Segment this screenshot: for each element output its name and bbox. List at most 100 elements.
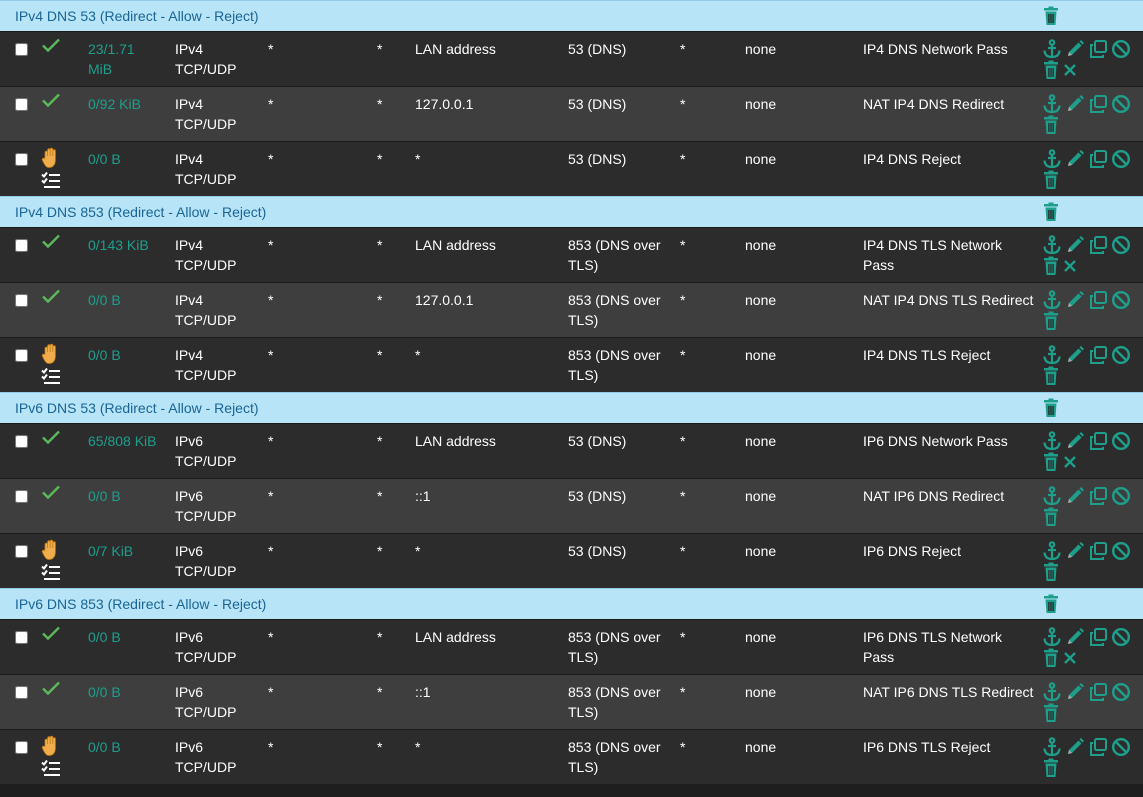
rule-select-checkbox[interactable] xyxy=(15,153,28,166)
trash-icon[interactable] xyxy=(1042,594,1060,614)
pass-check-icon[interactable] xyxy=(41,429,61,445)
anchor-icon[interactable] xyxy=(1042,234,1062,255)
clear-states-x-icon[interactable] xyxy=(1063,452,1077,472)
copy-icon[interactable] xyxy=(1088,431,1108,451)
pass-check-icon[interactable] xyxy=(41,625,61,641)
anchor-icon[interactable] xyxy=(1042,736,1062,757)
disable-ban-icon[interactable] xyxy=(1111,431,1131,451)
disable-ban-icon[interactable] xyxy=(1111,235,1131,255)
pencil-edit-icon[interactable] xyxy=(1065,345,1085,365)
rule-status[interactable] xyxy=(41,539,65,583)
rule-status[interactable] xyxy=(41,233,65,253)
rule-status[interactable] xyxy=(41,37,65,57)
rule-select-checkbox[interactable] xyxy=(15,490,28,503)
trash-icon[interactable] xyxy=(1042,452,1060,472)
rule-row[interactable]: 0/0 B IPv6 TCP/UDP * *::1 53 (DNS) * none NAT I… xyxy=(0,478,1143,533)
anchor-icon[interactable] xyxy=(1042,430,1062,451)
trash-icon[interactable] xyxy=(1042,703,1060,723)
clear-states-x-icon[interactable] xyxy=(1063,648,1077,668)
copy-icon[interactable] xyxy=(1088,94,1108,114)
rule-states[interactable]: 0/7 KiB xyxy=(88,541,158,561)
rule-row[interactable]: 0/7 KiB IPv6 TCP/UDP * * * 53 (DNS) * none IP6 D… xyxy=(0,533,1143,588)
rule-select-checkbox[interactable] xyxy=(15,98,28,111)
trash-icon[interactable] xyxy=(1042,6,1060,26)
pass-check-icon[interactable] xyxy=(41,680,61,696)
log-tasks-icon[interactable] xyxy=(41,367,61,385)
pencil-edit-icon[interactable] xyxy=(1065,627,1085,647)
pass-check-icon[interactable] xyxy=(41,288,61,304)
rule-select-checkbox[interactable] xyxy=(15,545,28,558)
pencil-edit-icon[interactable] xyxy=(1065,149,1085,169)
pencil-edit-icon[interactable] xyxy=(1065,682,1085,702)
anchor-icon[interactable] xyxy=(1042,540,1062,561)
copy-icon[interactable] xyxy=(1088,486,1108,506)
copy-icon[interactable] xyxy=(1088,541,1108,561)
rule-states[interactable]: 65/808 KiB xyxy=(88,431,158,451)
rule-status[interactable] xyxy=(41,147,65,191)
rule-row[interactable]: 65/808 KiB IPv6 TCP/UDP * * LAN address 53 (D… xyxy=(0,423,1143,478)
rule-status[interactable] xyxy=(41,484,65,504)
pencil-edit-icon[interactable] xyxy=(1065,39,1085,59)
copy-icon[interactable] xyxy=(1088,345,1108,365)
rule-row[interactable]: 0/92 KiB IPv4 TCP/UDP * * 127.0.0.1 53 (DNS) *… xyxy=(0,86,1143,141)
pencil-edit-icon[interactable] xyxy=(1065,94,1085,114)
rule-status[interactable] xyxy=(41,288,65,308)
rule-select-checkbox-cell[interactable] xyxy=(15,488,28,508)
copy-icon[interactable] xyxy=(1088,235,1108,255)
rule-select-checkbox-cell[interactable] xyxy=(15,684,28,704)
rule-states[interactable]: 0/0 B xyxy=(88,290,158,310)
rule-row[interactable]: 23/1.71 MiB IPv4 TCP/UDP * * LAN address 53 (… xyxy=(0,31,1143,86)
trash-icon[interactable] xyxy=(1042,562,1060,582)
pass-check-icon[interactable] xyxy=(41,92,61,108)
rule-select-checkbox-cell[interactable] xyxy=(15,739,28,759)
trash-icon[interactable] xyxy=(1042,648,1060,668)
delete-separator-button[interactable] xyxy=(1042,398,1060,418)
pencil-edit-icon[interactable] xyxy=(1065,541,1085,561)
pencil-edit-icon[interactable] xyxy=(1065,737,1085,757)
rule-status[interactable] xyxy=(41,343,65,387)
rule-row[interactable]: 0/143 KiB IPv4 TCP/UDP * * LAN address 853 (D… xyxy=(0,227,1143,282)
trash-icon[interactable] xyxy=(1042,170,1060,190)
disable-ban-icon[interactable] xyxy=(1111,345,1131,365)
rule-states[interactable]: 0/0 B xyxy=(88,682,158,702)
disable-ban-icon[interactable] xyxy=(1111,541,1131,561)
trash-icon[interactable] xyxy=(1042,202,1060,222)
anchor-icon[interactable] xyxy=(1042,681,1062,702)
rule-select-checkbox-cell[interactable] xyxy=(15,433,28,453)
rule-select-checkbox[interactable] xyxy=(15,435,28,448)
disable-ban-icon[interactable] xyxy=(1111,39,1131,59)
reject-hand-icon[interactable] xyxy=(41,343,61,365)
rule-select-checkbox-cell[interactable] xyxy=(15,347,28,367)
rule-states[interactable]: 0/143 KiB xyxy=(88,235,158,255)
rule-select-checkbox-cell[interactable] xyxy=(15,292,28,312)
rule-select-checkbox[interactable] xyxy=(15,686,28,699)
disable-ban-icon[interactable] xyxy=(1111,627,1131,647)
trash-icon[interactable] xyxy=(1042,256,1060,276)
copy-icon[interactable] xyxy=(1088,290,1108,310)
trash-icon[interactable] xyxy=(1042,60,1060,80)
anchor-icon[interactable] xyxy=(1042,148,1062,169)
reject-hand-icon[interactable] xyxy=(41,147,61,169)
pass-check-icon[interactable] xyxy=(41,233,61,249)
copy-icon[interactable] xyxy=(1088,682,1108,702)
delete-separator-button[interactable] xyxy=(1042,202,1060,222)
rule-status[interactable] xyxy=(41,680,65,700)
disable-ban-icon[interactable] xyxy=(1111,737,1131,757)
copy-icon[interactable] xyxy=(1088,627,1108,647)
pencil-edit-icon[interactable] xyxy=(1065,235,1085,255)
rule-select-checkbox-cell[interactable] xyxy=(15,543,28,563)
pencil-edit-icon[interactable] xyxy=(1065,290,1085,310)
rule-select-checkbox[interactable] xyxy=(15,43,28,56)
anchor-icon[interactable] xyxy=(1042,344,1062,365)
disable-ban-icon[interactable] xyxy=(1111,149,1131,169)
rule-status[interactable] xyxy=(41,92,65,112)
rule-states[interactable]: 0/0 B xyxy=(88,149,158,169)
anchor-icon[interactable] xyxy=(1042,93,1062,114)
trash-icon[interactable] xyxy=(1042,398,1060,418)
rule-states[interactable]: 0/0 B xyxy=(88,345,158,365)
clear-states-x-icon[interactable] xyxy=(1063,256,1077,276)
rule-status[interactable] xyxy=(41,429,65,449)
rule-select-checkbox[interactable] xyxy=(15,239,28,252)
delete-separator-button[interactable] xyxy=(1042,594,1060,614)
trash-icon[interactable] xyxy=(1042,758,1060,778)
